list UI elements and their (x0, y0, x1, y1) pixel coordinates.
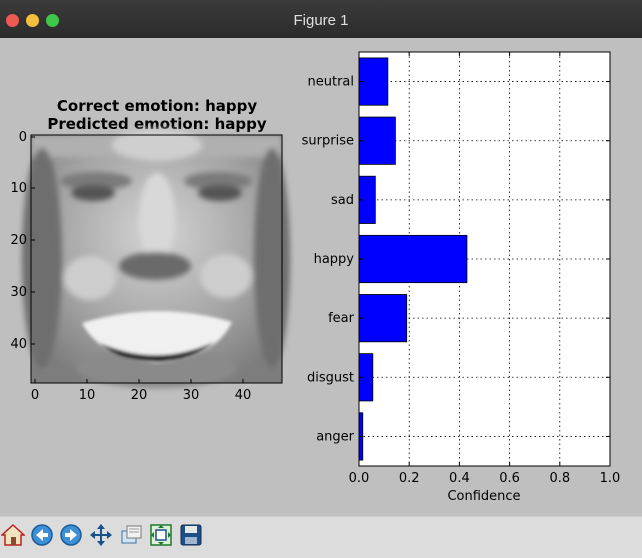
figure-canvas: Correct emotion: happy Predicted emotion… (0, 38, 642, 516)
image-x-tick: 0 (31, 388, 39, 403)
forward-button[interactable] (58, 522, 84, 548)
save-button[interactable] (178, 522, 204, 548)
category-label-surprise: surprise (302, 134, 354, 149)
window-title: Figure 1 (293, 12, 349, 29)
image-y-tick: 40 (10, 337, 27, 352)
confidence-bar-chart: angerdisgustfearhappysadsurpriseneutral … (302, 51, 621, 504)
image-x-tick: 40 (235, 388, 252, 403)
face-image (22, 129, 290, 388)
x-tick-label: 0.8 (549, 471, 570, 486)
category-label-disgust: disgust (307, 370, 354, 385)
category-label-happy: happy (314, 252, 355, 267)
image-title-line1: Correct emotion: happy (57, 97, 257, 115)
x-tick-label: 0.0 (349, 471, 370, 486)
bar-fear (358, 294, 408, 343)
category-label-sad: sad (331, 193, 354, 208)
image-y-tick: 30 (10, 285, 27, 300)
image-y-tick: 0 (19, 130, 27, 145)
x-tick-label: 0.2 (399, 471, 420, 486)
x-tick-label: 0.4 (449, 471, 470, 486)
image-x-tick: 20 (131, 388, 148, 403)
image-y-tick: 10 (10, 181, 27, 196)
back-button[interactable] (29, 522, 55, 548)
figure-svg: Correct emotion: happy Predicted emotion… (10, 51, 621, 504)
pan-icon (90, 524, 112, 546)
bar-surprise (358, 116, 396, 165)
x-tick-label: 0.6 (499, 471, 520, 486)
window-titlebar: Figure 1 (0, 0, 642, 38)
home-icon (1, 523, 25, 546)
home-button[interactable] (0, 522, 26, 548)
pan-button[interactable] (88, 522, 114, 548)
x-axis-label: Confidence (447, 489, 520, 504)
category-label-fear: fear (328, 311, 355, 326)
zoom-icon (121, 525, 142, 544)
bar-happy (358, 234, 468, 284)
image-x-tick: 10 (79, 388, 96, 403)
zoom-button[interactable] (118, 522, 144, 548)
x-tick-label: 1.0 (600, 471, 621, 486)
category-label-anger: anger (316, 429, 354, 444)
subplots-button[interactable] (148, 522, 174, 548)
subplots-icon (150, 524, 172, 546)
save-icon (180, 524, 202, 546)
image-x-tick: 30 (183, 388, 200, 403)
forward-arrow-icon (60, 524, 82, 546)
back-arrow-icon (31, 524, 53, 546)
bar-neutral (358, 57, 389, 106)
image-y-tick: 20 (10, 233, 27, 248)
category-label-neutral: neutral (308, 75, 355, 90)
